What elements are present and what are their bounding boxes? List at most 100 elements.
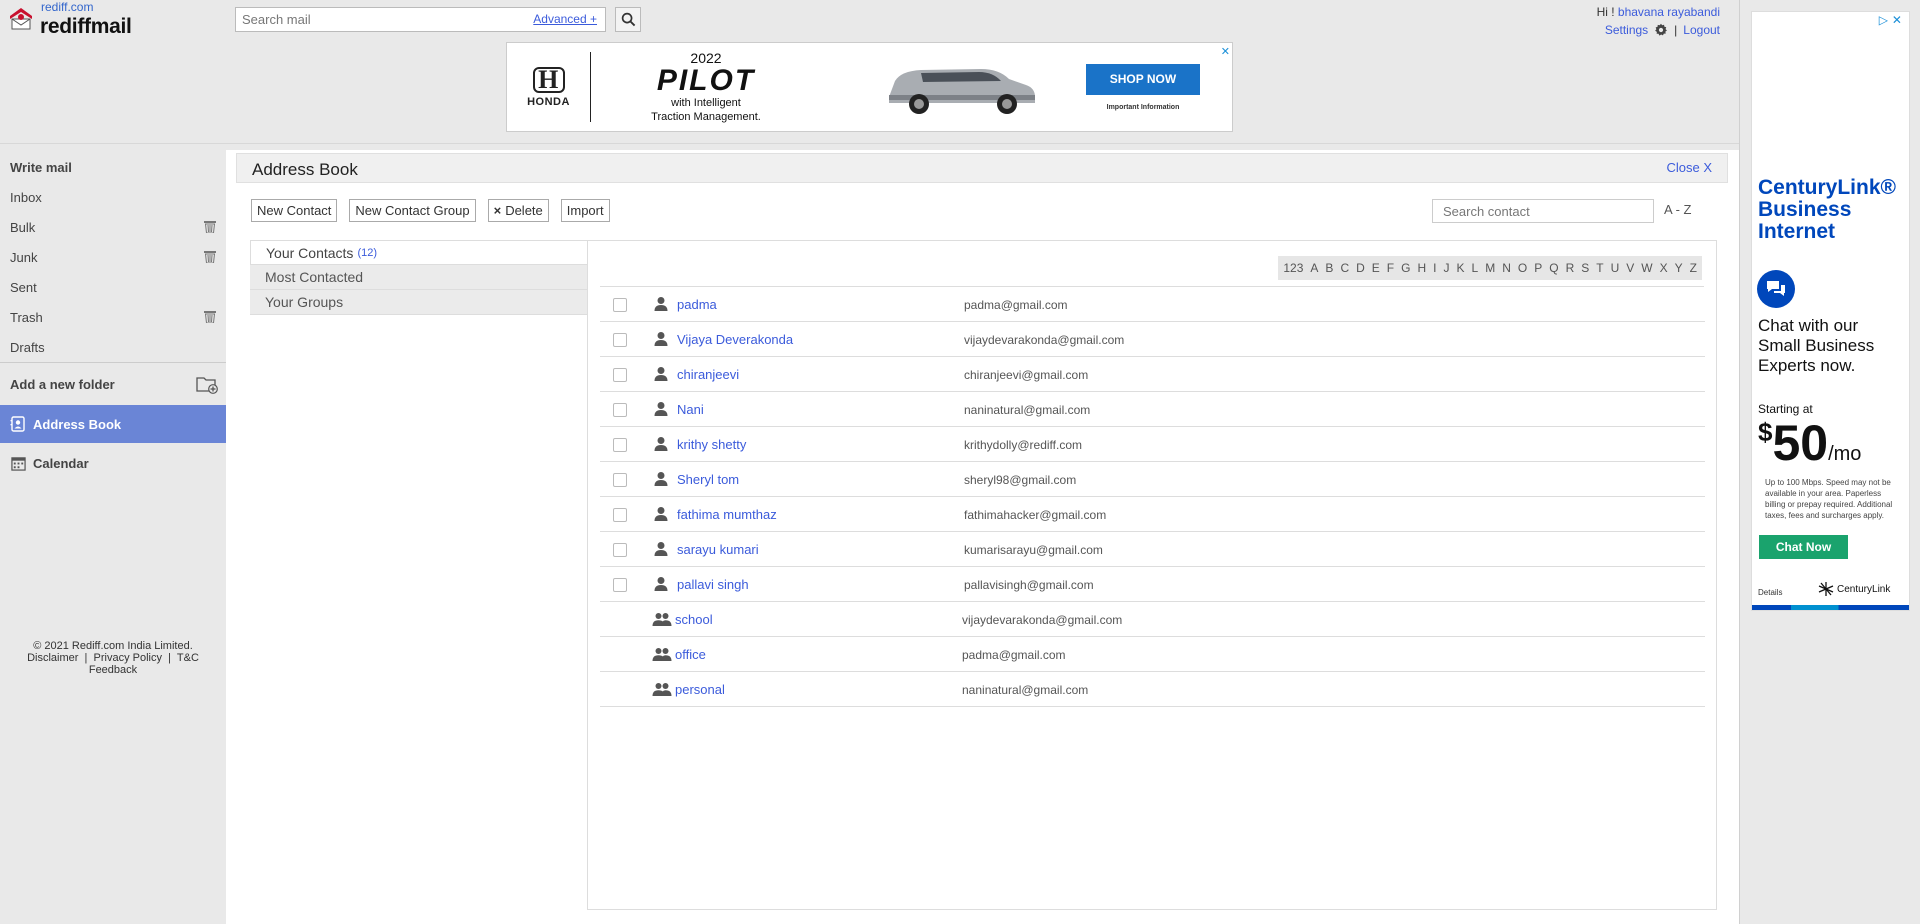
settings-link[interactable]: Settings (1605, 21, 1648, 39)
sidebar-item-address-book[interactable]: Address Book (0, 405, 226, 443)
contact-checkbox[interactable] (613, 578, 627, 592)
contact-row[interactable]: pallavi singh pallavisingh@gmail.com (600, 567, 1705, 602)
empty-junk-icon[interactable] (204, 250, 216, 263)
alpha-filter-letter[interactable]: I (1433, 261, 1436, 275)
group-name-link[interactable]: personal (675, 682, 725, 697)
disclaimer-link[interactable]: Disclaimer (27, 652, 78, 664)
alpha-filter-letter[interactable]: H (1417, 261, 1426, 275)
contact-checkbox[interactable] (613, 403, 627, 417)
alpha-filter-letter[interactable]: D (1356, 261, 1365, 275)
rediff-home-link[interactable]: rediff.com (41, 0, 93, 14)
contact-checkbox[interactable] (613, 543, 627, 557)
close-address-book-link[interactable]: Close X (1666, 160, 1712, 175)
contact-checkbox[interactable] (613, 333, 627, 347)
contact-name-link[interactable]: Sheryl tom (677, 472, 739, 487)
sidebar-item-drafts[interactable]: Drafts (0, 332, 226, 362)
import-button[interactable]: Import (560, 199, 610, 222)
alpha-filter-letter[interactable]: S (1581, 261, 1589, 275)
group-name-link[interactable]: office (675, 647, 706, 662)
sidebar-item-inbox[interactable]: Inbox (0, 182, 226, 212)
important-info-link[interactable]: Important Information (1107, 104, 1180, 111)
contact-name-link[interactable]: Nani (677, 402, 704, 417)
alpha-filter-letter[interactable]: E (1372, 261, 1380, 275)
contact-name-link[interactable]: padma (677, 297, 717, 312)
shop-now-button[interactable]: SHOP NOW (1086, 63, 1200, 95)
add-folder-icon[interactable] (196, 375, 218, 394)
sort-az-button[interactable]: A - Z (1664, 202, 1691, 217)
contact-name-link[interactable]: chiranjeevi (677, 367, 739, 382)
new-contact-group-button[interactable]: New Contact Group (349, 199, 476, 222)
alpha-filter-letter[interactable]: K (1457, 261, 1465, 275)
privacy-policy-link[interactable]: Privacy Policy (94, 652, 162, 664)
sidebar-item-trash[interactable]: Trash (0, 302, 226, 332)
delete-button[interactable]: × Delete (487, 199, 549, 222)
rediffmail-logo[interactable]: rediffmail (40, 15, 132, 39)
new-contact-button[interactable]: New Contact (251, 199, 338, 222)
alpha-filter-letter[interactable]: 123 (1283, 261, 1303, 275)
feedback-link[interactable]: Feedback (89, 664, 137, 676)
mail-search-input[interactable] (236, 8, 516, 31)
group-row[interactable]: school vijaydevarakonda@gmail.com (600, 602, 1705, 637)
contact-name-link[interactable]: sarayu kumari (677, 542, 759, 557)
empty-bulk-icon[interactable] (204, 220, 216, 233)
alpha-filter-letter[interactable]: R (1566, 261, 1575, 275)
sidebar-item-bulk[interactable]: Bulk (0, 212, 226, 242)
contact-row[interactable]: fathima mumthaz fathimahacker@gmail.com (600, 497, 1705, 532)
alpha-filter-letter[interactable]: Z (1690, 261, 1697, 275)
side-ad-close-icon[interactable]: ▷✕ (1879, 13, 1906, 27)
contact-search-input[interactable] (1433, 200, 1653, 222)
contact-name-link[interactable]: pallavi singh (677, 577, 749, 592)
contact-checkbox[interactable] (613, 438, 627, 452)
group-row[interactable]: personal naninatural@gmail.com (600, 672, 1705, 707)
search-button[interactable] (615, 7, 641, 32)
contact-name-link[interactable]: Vijaya Deverakonda (677, 332, 793, 347)
alpha-filter-letter[interactable]: C (1340, 261, 1349, 275)
contact-row[interactable]: Nani naninatural@gmail.com (600, 392, 1705, 427)
tab-your-groups[interactable]: Your Groups (250, 290, 588, 315)
user-name-link[interactable]: bhavana rayabandi (1618, 5, 1720, 19)
alpha-filter-letter[interactable]: T (1596, 261, 1603, 275)
contact-row[interactable]: krithy shetty krithydolly@rediff.com (600, 427, 1705, 462)
alpha-filter-letter[interactable]: Y (1675, 261, 1683, 275)
tab-your-contacts[interactable]: Your Contacts (12) (250, 240, 588, 265)
write-mail-link[interactable]: Write mail (0, 152, 226, 182)
gear-icon[interactable] (1654, 23, 1668, 37)
alpha-filter-letter[interactable]: J (1444, 261, 1450, 275)
ad-close-icon[interactable]: ✕ (1221, 45, 1230, 58)
chat-now-button[interactable]: Chat Now (1759, 535, 1848, 559)
sidebar-item-junk[interactable]: Junk (0, 242, 226, 272)
contact-name-link[interactable]: fathima mumthaz (677, 507, 777, 522)
terms-link[interactable]: T&C (177, 652, 199, 664)
logout-link[interactable]: Logout (1683, 21, 1720, 39)
add-folder-link[interactable]: Add a new folder (0, 368, 226, 400)
contact-row[interactable]: chiranjeevi chiranjeevi@gmail.com (600, 357, 1705, 392)
alpha-filter-letter[interactable]: X (1660, 261, 1668, 275)
contact-name-link[interactable]: krithy shetty (677, 437, 746, 452)
honda-ad-banner[interactable]: H HONDA 2022 PILOT with Intelligent Trac… (506, 42, 1233, 132)
contact-row[interactable]: padma padma@gmail.com (600, 287, 1705, 322)
contact-row[interactable]: Sheryl tom sheryl98@gmail.com (600, 462, 1705, 497)
alpha-filter-letter[interactable]: A (1310, 261, 1318, 275)
advanced-search-link[interactable]: Advanced + (533, 12, 597, 26)
empty-trash-icon[interactable] (204, 310, 216, 323)
contact-checkbox[interactable] (613, 368, 627, 382)
alpha-filter-letter[interactable]: W (1641, 261, 1652, 275)
alpha-filter-letter[interactable]: O (1518, 261, 1527, 275)
side-ad-details-link[interactable]: Details (1758, 588, 1782, 597)
alpha-filter-letter[interactable]: U (1611, 261, 1620, 275)
contact-row[interactable]: sarayu kumari kumarisarayu@gmail.com (600, 532, 1705, 567)
centurylink-side-ad[interactable]: ▷✕ CenturyLink® Business Internet Chat w… (1751, 11, 1910, 611)
group-row[interactable]: office padma@gmail.com (600, 637, 1705, 672)
contact-checkbox[interactable] (613, 298, 627, 312)
contact-checkbox[interactable] (613, 473, 627, 487)
sidebar-item-calendar[interactable]: Calendar (0, 447, 226, 479)
alpha-filter-letter[interactable]: F (1387, 261, 1394, 275)
group-name-link[interactable]: school (675, 612, 713, 627)
alpha-filter-letter[interactable]: M (1485, 261, 1495, 275)
contact-row[interactable]: Vijaya Deverakonda vijaydevarakonda@gmail… (600, 322, 1705, 357)
alpha-filter-letter[interactable]: G (1401, 261, 1410, 275)
alpha-filter-letter[interactable]: N (1502, 261, 1511, 275)
alpha-filter-letter[interactable]: Q (1549, 261, 1558, 275)
alpha-filter-letter[interactable]: L (1472, 261, 1479, 275)
alpha-filter-letter[interactable]: V (1626, 261, 1634, 275)
